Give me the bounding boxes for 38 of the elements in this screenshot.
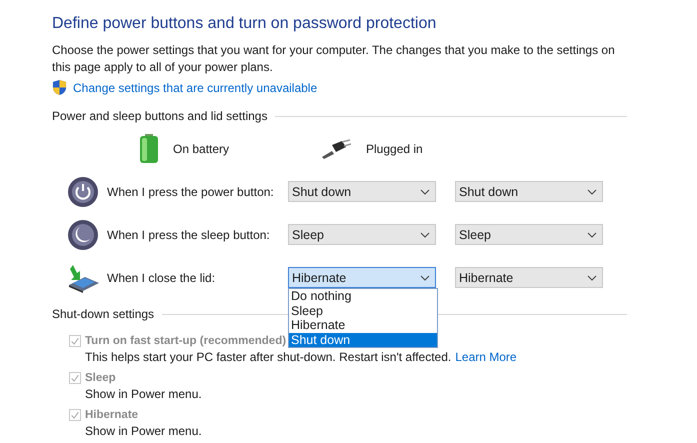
dropdown-option[interactable]: Hibernate [289,318,437,332]
plugged-dropdown[interactable]: Hibernate [455,267,603,288]
dropdown-option[interactable]: Do nothing [289,289,437,304]
checkbox-label: Sleep [85,372,116,384]
sleep-icon [67,218,99,250]
checkbox-label: Hibernate [85,409,138,421]
chevron-icon [420,274,430,280]
laptop-icon [67,262,101,292]
section-heading: Power and sleep buttons and lid settings [52,109,268,123]
battery-dropdown[interactable]: Hibernate [288,267,436,288]
power-icon [67,176,99,208]
chevron-icon [587,232,597,238]
description-text: Choose the power settings that you want for your computer. The changes that you make to the settings on this page apply to all of your power plans. [52,42,616,76]
battery-icon [139,134,159,164]
chevron-icon [587,274,597,280]
plug-icon [320,138,352,158]
setting-label: When I press the sleep button: [107,228,271,242]
battery-dropdown[interactable]: Sleep [288,224,436,245]
setting-label: When I close the lid: [107,270,216,284]
column-header: On battery [173,142,230,156]
column-header: Plugged in [366,142,423,156]
checkbox-label: Turn on fast start-up (recommended) [85,335,286,347]
setting-label: When I press the power button: [107,184,275,198]
dropdown-option[interactable]: Shut down [289,332,437,347]
dropdown-option[interactable]: Sleep [289,304,437,318]
page-title: Define power buttons and turn on password protection [52,15,438,33]
plugged-dropdown[interactable]: Shut down [455,181,603,202]
section-heading: Shut-down settings [52,307,154,321]
shield-icon [52,79,67,96]
option-description: This helps start your PC faster after shut-down. Restart isn't affected. [85,350,452,366]
plugged-dropdown[interactable]: Sleep [455,224,603,245]
chevron-icon [420,232,430,238]
option-description: Show in Power menu. [85,387,202,403]
chevron-icon [420,188,430,194]
chevron-icon [587,188,597,194]
change-settings-link[interactable]: Change settings that are currently unavailable [73,80,318,94]
battery-dropdown[interactable]: Shut down [288,181,436,202]
option-description: Show in Power menu. [85,424,202,440]
